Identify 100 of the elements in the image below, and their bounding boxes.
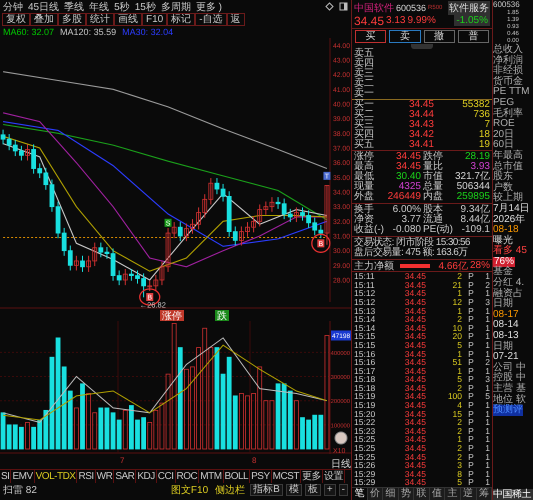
- related-stock-label[interactable]: 中国稀土: [493, 489, 533, 500]
- toolbar-button[interactable]: F10: [142, 13, 168, 26]
- toolbar-button[interactable]: 多股: [58, 13, 86, 26]
- trade-button[interactable]: 卖: [389, 30, 420, 44]
- tick-type: P: [467, 375, 475, 384]
- avatar-icon[interactable]: [334, 432, 348, 444]
- indicator-tab[interactable]: EMV: [11, 470, 35, 483]
- period-tab[interactable]: 分钟: [3, 0, 23, 14]
- tick-price: 34.45: [404, 384, 426, 392]
- tick-volume: 5: [457, 478, 462, 487]
- indicator-tab[interactable]: CCI: [156, 470, 176, 483]
- indicator-tab[interactable]: SAR: [114, 470, 136, 483]
- detail-tab[interactable]: 逆: [460, 488, 476, 500]
- period-tab[interactable]: 5秒: [114, 0, 130, 14]
- tick-time: 15:14: [354, 324, 376, 332]
- tick-count: 1: [484, 410, 490, 418]
- bid-price: 34.45: [408, 100, 434, 110]
- toolbar-button[interactable]: 返: [226, 13, 245, 26]
- side-info-label: PEG: [493, 98, 514, 108]
- toolbar-button[interactable]: 标记: [167, 13, 196, 26]
- indicator-tab[interactable]: 设置: [322, 470, 345, 483]
- stat-value: -0.080: [392, 225, 421, 236]
- trade-button[interactable]: 普: [458, 30, 489, 44]
- indicator-tab[interactable]: SI: [0, 470, 12, 483]
- toolbar-button[interactable]: 统计: [86, 13, 114, 26]
- tick-type: P: [467, 280, 475, 290]
- scan-count: 扫雷 82: [3, 484, 37, 496]
- bid-price: 34.44: [408, 110, 434, 120]
- stat-value: 259895: [456, 192, 490, 202]
- toolbar-button[interactable]: -自选: [195, 13, 227, 26]
- period-tab[interactable]: 季线: [64, 0, 84, 14]
- detail-tab[interactable]: 笔: [352, 488, 368, 500]
- indicator-tab[interactable]: VOL-TDX: [34, 470, 78, 483]
- indicator-tool-button[interactable]: 模: [286, 484, 302, 496]
- detail-tab[interactable]: 联: [414, 488, 430, 500]
- diamond-icon[interactable]: [325, 2, 334, 11]
- tick-price: 34.45: [404, 350, 426, 358]
- detail-tab[interactable]: 势: [398, 488, 414, 500]
- indicator-tab[interactable]: PSY: [250, 470, 272, 483]
- period-tab[interactable]: 15秒: [134, 0, 156, 14]
- bid-volume: 55382: [461, 100, 490, 110]
- tick-time: 15:12: [354, 298, 376, 307]
- detail-tab[interactable]: 价: [368, 488, 384, 500]
- tick-time: 15:23: [354, 426, 376, 436]
- trading-status-text: 盘后交易量: 475 额: 163.6万: [354, 248, 469, 258]
- status-link[interactable]: 侧边栏: [213, 482, 248, 496]
- indicator-tab[interactable]: BOLL: [224, 470, 250, 483]
- side-info-label: 公司 中: [493, 362, 527, 373]
- stat-value: 34.45: [394, 162, 421, 172]
- detail-tab[interactable]: 值: [430, 488, 446, 500]
- status-link[interactable]: 图文F10: [168, 482, 210, 496]
- tick-price: 34.45: [404, 332, 426, 341]
- tick-volume: 2: [456, 452, 462, 462]
- period-tab[interactable]: 多周期: [160, 0, 191, 14]
- tick-count: 1: [484, 289, 490, 298]
- tick-volume: 15: [452, 410, 462, 418]
- tick-type: P: [467, 401, 475, 410]
- tick-type: P: [467, 392, 475, 402]
- indicator-tab[interactable]: KDJ: [136, 470, 157, 483]
- side-info-label: 2026年: [493, 214, 526, 225]
- tick-price: 34.45: [404, 444, 426, 453]
- detail-tab[interactable]: 细: [383, 488, 399, 500]
- toolbar-button[interactable]: 叠加: [30, 13, 58, 26]
- panel-icon[interactable]: [339, 2, 348, 11]
- detail-tab[interactable]: 主: [445, 488, 461, 500]
- stat-label: 最低: [354, 172, 374, 182]
- toolbar-button[interactable]: 画线: [114, 13, 142, 26]
- tick-price: 34.45: [404, 340, 426, 350]
- tick-volume: 3: [456, 461, 462, 470]
- indicator-tab[interactable]: MTM: [199, 470, 224, 483]
- indicator-tab[interactable]: ROC: [176, 470, 200, 483]
- indicator-tab[interactable]: 更多: [300, 470, 323, 483]
- bid-level-label: 买五: [354, 140, 375, 150]
- side-info-label: 货币金: [493, 76, 524, 87]
- period-tab[interactable]: 更多 ): [196, 0, 222, 14]
- tick-volume: 1: [456, 435, 462, 444]
- event-tag: 涨停: [160, 310, 184, 321]
- indicator-tab[interactable]: WR: [96, 470, 114, 483]
- tick-type: P: [467, 298, 475, 307]
- detail-tab[interactable]: 筹: [476, 488, 492, 500]
- tick-count: 1: [484, 478, 490, 487]
- trade-button[interactable]: 撤: [424, 30, 455, 44]
- indicator-tool-button[interactable]: 板: [304, 484, 321, 496]
- trade-button[interactable]: 买: [355, 30, 386, 44]
- indicator-tool-button[interactable]: -: [338, 484, 348, 496]
- collapse-handle[interactable]: [411, 44, 433, 50]
- side-info-label: 基金: [493, 267, 514, 278]
- industry-label[interactable]: 软件服务: [448, 0, 490, 14]
- indicator-tool-button[interactable]: +: [324, 484, 336, 496]
- net-flow-bar: [400, 264, 430, 268]
- indicator-tab[interactable]: RSI: [77, 470, 96, 483]
- main-force-percent: 28%: [470, 260, 490, 272]
- side-info-label: 看多 45: [493, 246, 528, 257]
- period-tab[interactable]: 45日线: [28, 0, 60, 14]
- indicator-tool-button[interactable]: 指标B: [250, 484, 283, 496]
- indicator-tab[interactable]: MCST: [272, 470, 301, 483]
- period-tab[interactable]: 年线: [89, 0, 110, 14]
- tick-type: P: [467, 332, 475, 341]
- tick-count: 1: [484, 444, 490, 453]
- toolbar-button[interactable]: 复权: [2, 13, 30, 26]
